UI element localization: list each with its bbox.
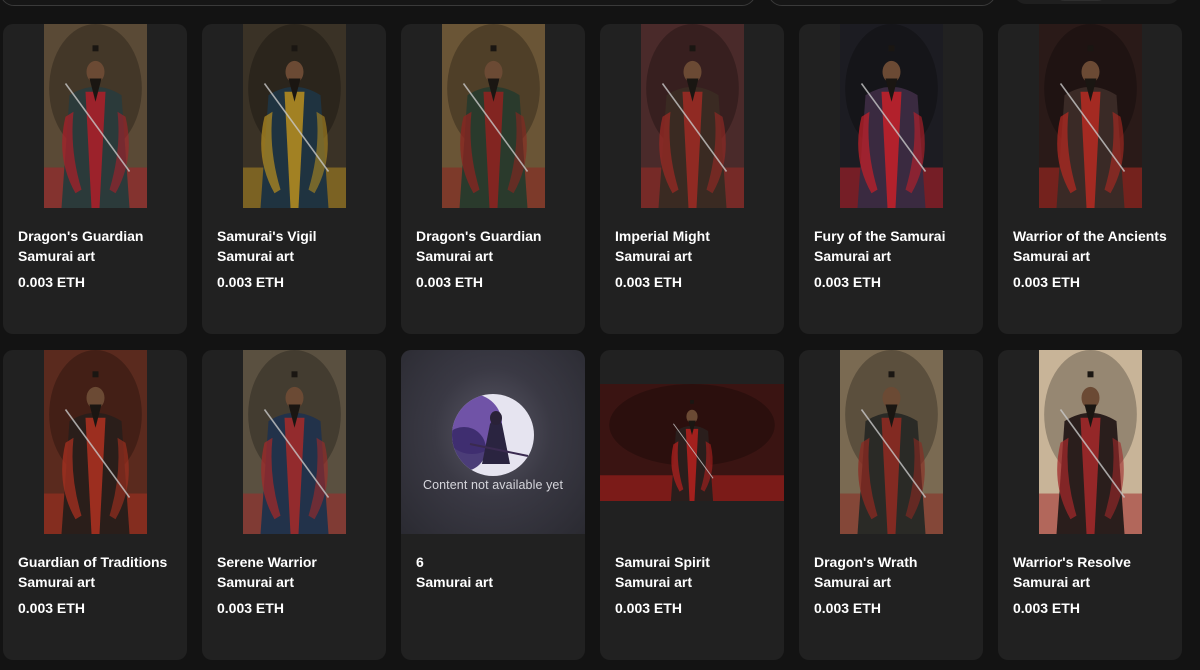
nft-title: Dragon's Wrath [814, 554, 918, 570]
nft-price: 0.003 ETH [814, 274, 881, 290]
nft-title: Fury of the Samurai [814, 228, 946, 244]
nft-card[interactable]: Fury of the Samurai Samurai art 0.003 ETH [799, 24, 983, 334]
nft-artwork [600, 383, 784, 501]
nft-collection-name[interactable]: Samurai art [18, 246, 181, 266]
nft-card-info: Serene Warrior Samurai art 0.003 ETH [217, 552, 380, 617]
nft-price: 0.003 ETH [814, 600, 881, 616]
nft-card[interactable]: Warrior of the Ancients Samurai art 0.003 … [998, 24, 1182, 334]
nft-price: 0.003 ETH [1013, 274, 1080, 290]
nft-card[interactable]: Samurai's Vigil Samurai art 0.003 ETH [202, 24, 386, 334]
nft-thumbnail[interactable]: Content not available yet [401, 350, 585, 534]
sort-dropdown[interactable] [768, 0, 996, 6]
nft-collection-name[interactable]: Samurai art [1013, 572, 1176, 592]
nft-thumbnail[interactable] [600, 24, 784, 208]
nft-card-info: Samurai's Vigil Samurai art 0.003 ETH [217, 226, 380, 291]
nft-price: 0.003 ETH [1013, 600, 1080, 616]
nft-artwork [1038, 24, 1142, 208]
nft-collection-name[interactable]: Samurai art [217, 246, 380, 266]
nft-title: Samurai Spirit [615, 554, 710, 570]
nft-artwork [43, 24, 147, 208]
nft-collection-name[interactable]: Samurai art [217, 572, 380, 592]
nft-collection-name[interactable]: Samurai art [814, 572, 977, 592]
nft-card[interactable]: Dragon's Guardian Samurai art 0.003 ETH [401, 24, 585, 334]
nft-thumbnail[interactable] [600, 350, 784, 534]
nft-price: 0.003 ETH [416, 274, 483, 290]
nft-title: 6 [416, 554, 424, 570]
nft-thumbnail[interactable] [998, 350, 1182, 534]
nft-artwork [839, 350, 943, 534]
nft-thumbnail[interactable] [799, 24, 983, 208]
nft-price: 0.003 ETH [217, 600, 284, 616]
nft-collection-name[interactable]: Samurai art [1013, 246, 1176, 266]
nft-card[interactable]: Imperial Might Samurai art 0.003 ETH [600, 24, 784, 334]
content-unavailable-placeholder: Content not available yet [401, 350, 585, 534]
nft-thumbnail[interactable] [202, 350, 386, 534]
nft-thumbnail[interactable] [202, 24, 386, 208]
nft-thumbnail[interactable] [799, 350, 983, 534]
nft-card[interactable]: Content not available yet 6 Samurai art [401, 350, 585, 660]
nft-price: 0.003 ETH [18, 600, 85, 616]
nft-card-info: Warrior's Resolve Samurai art 0.003 ETH [1013, 552, 1176, 617]
nft-collection-name[interactable]: Samurai art [18, 572, 181, 592]
nft-artwork [1038, 350, 1142, 534]
nft-thumbnail[interactable] [3, 24, 187, 208]
nft-card[interactable]: Samurai Spirit Samurai art 0.003 ETH [600, 350, 784, 660]
nft-title: Dragon's Guardian [18, 228, 144, 244]
nft-price: 0.003 ETH [217, 274, 284, 290]
nft-card-info: Dragon's Guardian Samurai art 0.003 ETH [416, 226, 579, 291]
nft-card-info: Guardian of Traditions Samurai art 0.003 E… [18, 552, 181, 617]
nft-title: Dragon's Guardian [416, 228, 542, 244]
nft-title: Guardian of Traditions [18, 554, 168, 570]
nft-artwork [839, 24, 943, 208]
nft-price: 0.003 ETH [615, 274, 682, 290]
nft-price: 0.003 ETH [18, 274, 85, 290]
nft-card[interactable]: Serene Warrior Samurai art 0.003 ETH [202, 350, 386, 660]
nft-grid: Dragon's Guardian Samurai art 0.003 ETH Sa… [3, 24, 1182, 660]
nft-artwork [242, 350, 346, 534]
nft-collection-name[interactable]: Samurai art [814, 246, 977, 266]
nft-card[interactable]: Dragon's Guardian Samurai art 0.003 ETH [3, 24, 187, 334]
nft-title: Serene Warrior [217, 554, 317, 570]
nft-thumbnail[interactable] [998, 24, 1182, 208]
nft-card[interactable]: Warrior's Resolve Samurai art 0.003 ETH [998, 350, 1182, 660]
nft-collection-name[interactable]: Samurai art [615, 246, 778, 266]
top-toolbar [0, 0, 1200, 8]
search-input[interactable] [0, 0, 756, 6]
nft-thumbnail[interactable] [401, 24, 585, 208]
nft-artwork [43, 350, 147, 534]
nft-card-info: 6 Samurai art [416, 552, 579, 592]
nft-card-info: Imperial Might Samurai art 0.003 ETH [615, 226, 778, 291]
nft-card[interactable]: Guardian of Traditions Samurai art 0.003 E… [3, 350, 187, 660]
nft-collection-name[interactable]: Samurai art [615, 572, 778, 592]
nft-artwork [441, 24, 545, 208]
nft-card-info: Warrior of the Ancients Samurai art 0.003 … [1013, 226, 1176, 291]
nft-artwork [242, 24, 346, 208]
nft-title: Warrior's Resolve [1013, 554, 1131, 570]
nft-title: Warrior of the Ancients [1013, 228, 1167, 244]
placeholder-text: Content not available yet [422, 478, 564, 492]
nft-thumbnail[interactable] [3, 350, 187, 534]
view-toggle-selected[interactable] [1056, 0, 1106, 1]
view-toggle[interactable] [1014, 0, 1180, 4]
nft-price: 0.003 ETH [615, 600, 682, 616]
nft-card[interactable]: Dragon's Wrath Samurai art 0.003 ETH [799, 350, 983, 660]
placeholder-image [452, 394, 534, 476]
nft-collection-name[interactable]: Samurai art [416, 572, 579, 592]
nft-title: Samurai's Vigil [217, 228, 317, 244]
nft-artwork [640, 24, 744, 208]
nft-card-info: Dragon's Wrath Samurai art 0.003 ETH [814, 552, 977, 617]
nft-card-info: Dragon's Guardian Samurai art 0.003 ETH [18, 226, 181, 291]
nft-title: Imperial Might [615, 228, 710, 244]
nft-card-info: Samurai Spirit Samurai art 0.003 ETH [615, 552, 778, 617]
nft-card-info: Fury of the Samurai Samurai art 0.003 ETH [814, 226, 977, 291]
nft-collection-name[interactable]: Samurai art [416, 246, 579, 266]
